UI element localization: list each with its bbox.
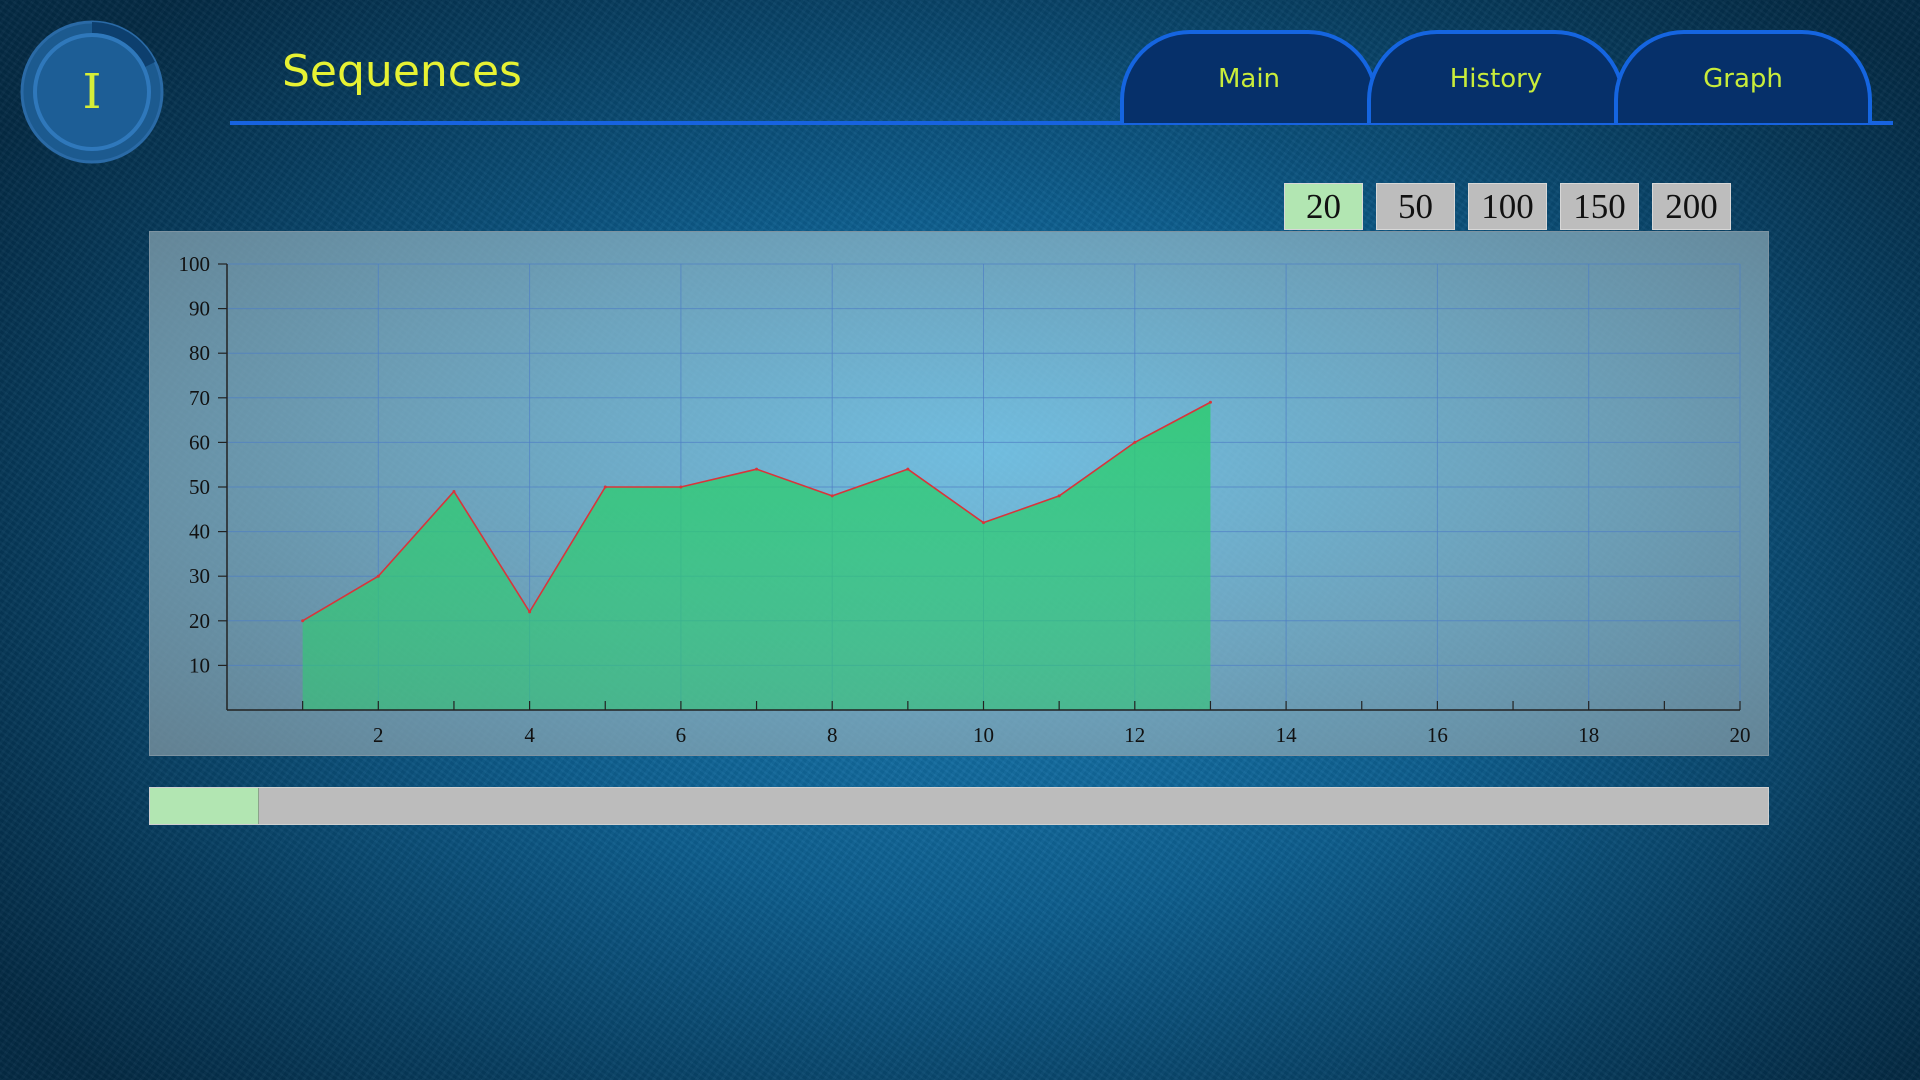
tab-history[interactable]: History (1367, 30, 1625, 123)
x-tick-label: 10 (973, 723, 994, 747)
sequence-chart: 2 4 6 8 10 12 14 16 18 20 10 20 30 40 50 60 70 80 90 100 (179, 252, 1751, 747)
y-tick-label: 20 (189, 609, 210, 633)
data-point (679, 485, 683, 489)
x-tick-label: 2 (373, 723, 384, 747)
range-button-50[interactable]: 50 (1376, 183, 1455, 230)
y-tick-label: 80 (189, 341, 210, 365)
data-point (830, 494, 834, 498)
tab-main[interactable]: Main (1120, 30, 1378, 123)
range-button-200[interactable]: 200 (1652, 183, 1731, 230)
page-title: Sequences (282, 46, 522, 97)
data-point (1057, 494, 1061, 498)
y-tick-label: 100 (179, 252, 211, 276)
x-tick-label: 20 (1730, 723, 1751, 747)
x-tick-label: 12 (1124, 723, 1145, 747)
y-tick-label: 60 (189, 430, 210, 454)
y-tick-label: 30 (189, 564, 210, 588)
x-tick-label: 16 (1427, 723, 1448, 747)
range-button-20[interactable]: 20 (1284, 183, 1363, 230)
data-point (603, 485, 607, 489)
data-point (376, 574, 380, 578)
x-tick-label: 14 (1276, 723, 1298, 747)
range-button-150[interactable]: 150 (1560, 183, 1639, 230)
sequence-chart-panel: 2 4 6 8 10 12 14 16 18 20 10 20 30 40 50 60 70 80 90 100 (149, 231, 1769, 756)
y-tick-label: 70 (189, 386, 210, 410)
data-point (755, 467, 759, 471)
tab-graph[interactable]: Graph (1614, 30, 1872, 123)
progress-fill (150, 788, 260, 824)
y-tick-label: 10 (189, 653, 210, 677)
range-button-100[interactable]: 100 (1468, 183, 1547, 230)
logo-letter: I (82, 64, 102, 120)
x-tick-label: 6 (676, 723, 687, 747)
data-point (301, 619, 305, 623)
data-point (1208, 400, 1212, 404)
data-point (1133, 440, 1137, 444)
y-tick-label: 50 (189, 475, 210, 499)
data-point (982, 521, 985, 525)
x-tick-label: 18 (1578, 723, 1599, 747)
progress-bar (149, 787, 1769, 825)
x-tick-label: 4 (524, 723, 535, 747)
y-tick-label: 90 (189, 297, 210, 321)
data-point (452, 489, 456, 493)
y-tick-label: 40 (189, 520, 210, 544)
x-tick-label: 8 (827, 723, 838, 747)
data-point (906, 467, 910, 471)
data-point (528, 610, 532, 614)
